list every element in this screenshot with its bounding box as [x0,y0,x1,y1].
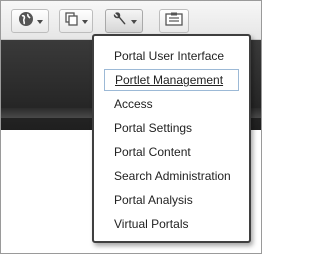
menu-item-portal-analysis[interactable]: Portal Analysis [104,189,239,211]
menu-item-access[interactable]: Access [104,93,239,115]
administration-dropdown-menu: Portal User Interface Portlet Management… [92,34,251,243]
chevron-down-icon [81,20,88,24]
menu-item-virtual-portals[interactable]: Virtual Portals [104,213,239,235]
profile-card-button[interactable] [159,9,189,33]
id-card-icon [165,12,183,31]
globe-menu-button[interactable] [11,9,49,33]
menu-item-portal-content[interactable]: Portal Content [104,141,239,163]
menu-item-portlet-management[interactable]: Portlet Management [104,69,239,91]
wrench-icon [112,11,128,32]
pages-menu-button[interactable] [59,9,93,33]
chevron-down-icon [130,20,137,24]
menu-item-portal-settings[interactable]: Portal Settings [104,117,239,139]
menu-item-portal-user-interface[interactable]: Portal User Interface [104,45,239,67]
globe-icon [18,11,34,32]
chevron-down-icon [36,20,43,24]
menu-item-search-administration[interactable]: Search Administration [104,165,239,187]
administration-menu-button[interactable] [105,9,143,33]
pages-icon [64,11,79,31]
